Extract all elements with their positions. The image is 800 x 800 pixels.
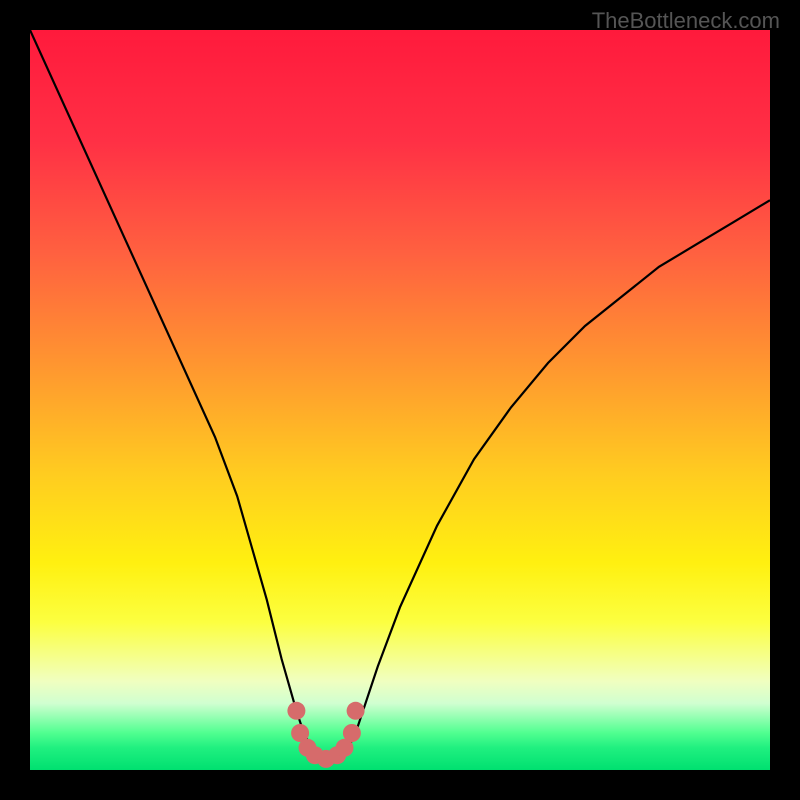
curve-markers <box>287 702 364 768</box>
bottleneck-curve-svg <box>30 30 770 770</box>
chart-container <box>30 30 770 770</box>
curve-marker <box>287 702 305 720</box>
watermark-text: TheBottleneck.com <box>592 8 780 34</box>
curve-marker <box>347 702 365 720</box>
bottleneck-curve-line <box>30 30 770 759</box>
curve-marker <box>343 724 361 742</box>
